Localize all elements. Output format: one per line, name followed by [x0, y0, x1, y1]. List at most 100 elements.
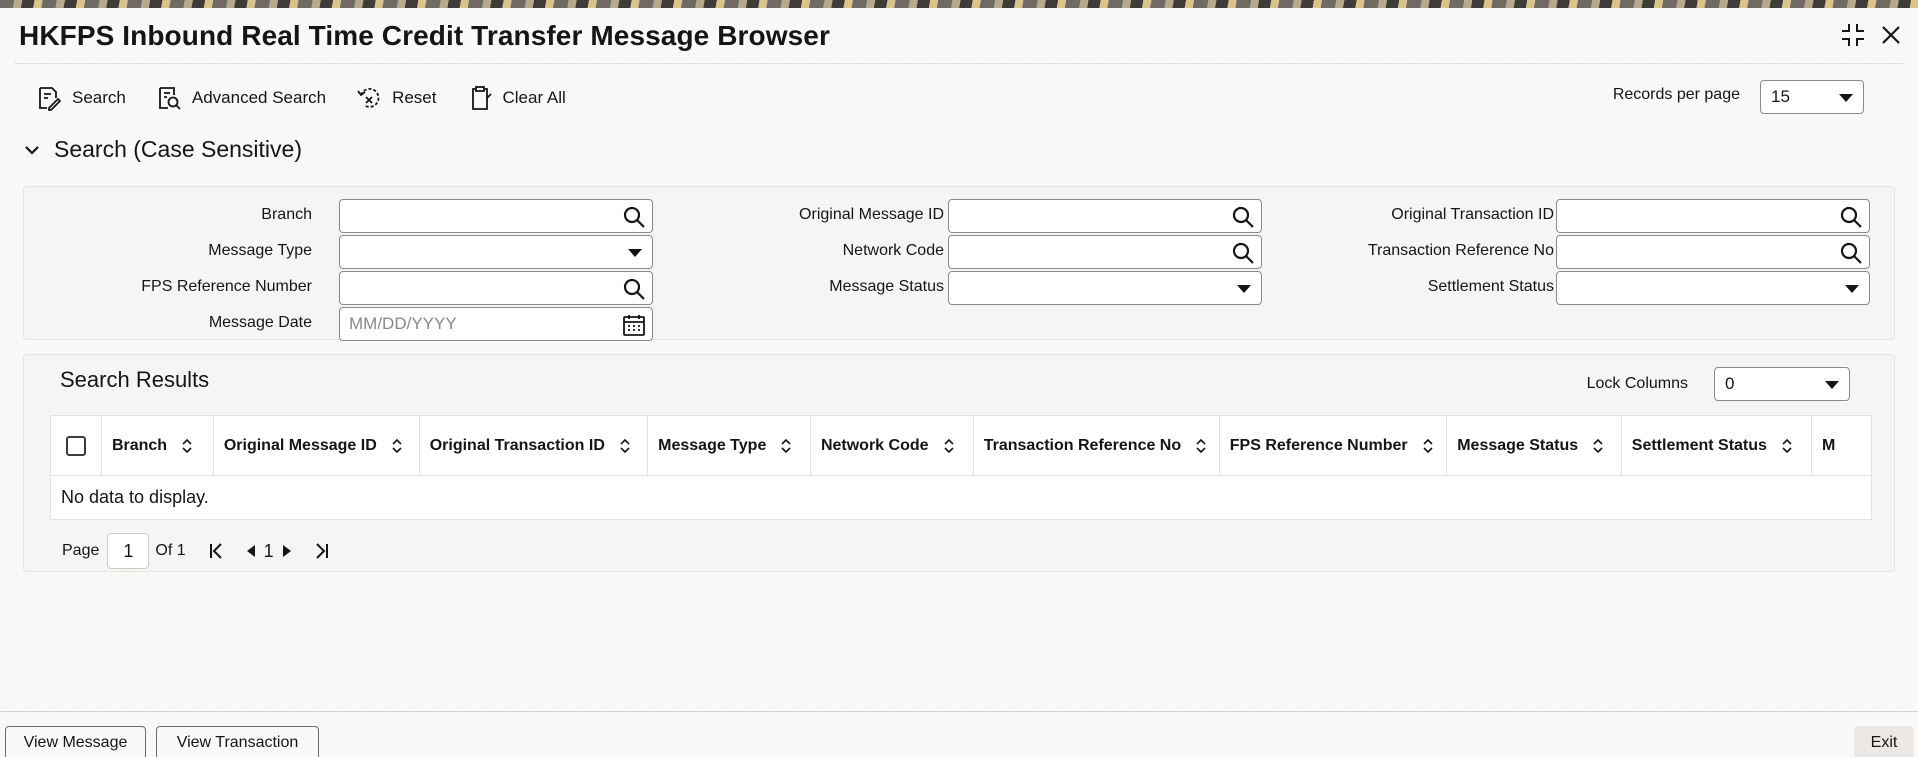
- clear-all-label: Clear All: [502, 88, 566, 107]
- message-date-input[interactable]: MM/DD/YYYY: [339, 307, 653, 341]
- chevron-down-icon: [25, 145, 39, 155]
- sort-icon: [392, 438, 402, 453]
- page-title: HKFPS Inbound Real Time Credit Transfer …: [19, 20, 830, 51]
- branch-label: Branch: [261, 206, 312, 223]
- message-type-label: Message Type: [208, 242, 312, 259]
- lock-columns-value: 0: [1725, 374, 1735, 393]
- previous-page-icon[interactable]: [240, 540, 262, 562]
- reset-label: Reset: [392, 88, 437, 107]
- message-type-select[interactable]: [339, 235, 653, 269]
- empty-state-message: No data to display.: [61, 487, 209, 507]
- message-date-label: Message Date: [208, 314, 312, 331]
- search-criteria-panel: Branch Message Type FPS Reference Number…: [23, 186, 1895, 341]
- column-header-branch[interactable]: Branch: [102, 416, 214, 475]
- page-number-input[interactable]: 1: [107, 533, 150, 569]
- records-per-page-select[interactable]: 15: [1760, 80, 1864, 114]
- reset-button[interactable]: Reset: [356, 76, 452, 120]
- fps-reference-number-label: FPS Reference Number: [141, 278, 312, 295]
- column-header-fps-reference-number[interactable]: FPS Reference Number: [1220, 416, 1448, 475]
- search-icon[interactable]: [1839, 241, 1863, 265]
- table-header: Branch Original Message ID Original Tran…: [51, 416, 1871, 476]
- advanced-search-icon: [158, 87, 181, 110]
- results-table: Branch Original Message ID Original Tran…: [50, 415, 1872, 520]
- network-code-label: Network Code: [842, 242, 944, 259]
- chevron-down-icon: [628, 249, 642, 257]
- sort-icon: [943, 438, 954, 453]
- page-label: Page: [62, 542, 100, 559]
- search-icon[interactable]: [1231, 205, 1255, 229]
- sort-icon: [1423, 438, 1433, 453]
- close-icon[interactable]: [1878, 22, 1904, 48]
- original-message-id-label: Original Message ID: [799, 206, 944, 223]
- collapse-icon[interactable]: [1840, 22, 1866, 48]
- search-section-toggle[interactable]: Search (Case Sensitive): [24, 136, 302, 163]
- sort-icon: [1782, 438, 1792, 453]
- lock-columns-select[interactable]: 0: [1714, 367, 1850, 401]
- records-per-page-label: Records per page: [1612, 86, 1740, 103]
- search-results-title: Search Results: [60, 367, 210, 392]
- column-header-message-status[interactable]: Message Status: [1447, 416, 1622, 475]
- search-results-panel: Search Results Lock Columns 0 Branch Ori…: [23, 354, 1895, 572]
- advanced-search-button[interactable]: Advanced Search: [156, 76, 342, 120]
- search-label: Search: [72, 88, 126, 107]
- network-code-input[interactable]: [948, 235, 1262, 269]
- column-header-original-message-id[interactable]: Original Message ID: [214, 416, 420, 475]
- window-controls: [1840, 22, 1904, 48]
- records-per-page-value: 15: [1771, 87, 1790, 106]
- view-transaction-button[interactable]: View Transaction: [156, 726, 319, 757]
- search-section-title: Search (Case Sensitive): [54, 136, 302, 162]
- sort-icon: [1593, 438, 1603, 453]
- column-header-network-code[interactable]: Network Code: [811, 416, 974, 475]
- browser-window: HKFPS Inbound Real Time Credit Transfer …: [0, 8, 1918, 757]
- original-transaction-id-label: Original Transaction ID: [1391, 206, 1554, 223]
- original-transaction-id-input[interactable]: [1556, 199, 1870, 233]
- branch-input[interactable]: [339, 199, 653, 233]
- column-header-original-transaction-id[interactable]: Original Transaction ID: [420, 416, 649, 475]
- original-message-id-input[interactable]: [948, 199, 1262, 233]
- message-status-select[interactable]: [948, 271, 1262, 305]
- lock-columns: Lock Columns 0: [1587, 367, 1850, 401]
- select-all-checkbox[interactable]: [65, 435, 86, 456]
- search-doc-icon: [39, 87, 62, 111]
- next-page-icon[interactable]: [276, 540, 298, 562]
- lock-columns-label: Lock Columns: [1586, 375, 1688, 392]
- page-of-label: Of 1: [155, 542, 186, 559]
- transaction-reference-no-label: Transaction Reference No: [1367, 242, 1554, 259]
- clear-all-button[interactable]: Clear All: [467, 76, 582, 120]
- clipboard-icon: [471, 86, 492, 110]
- settlement-status-label: Settlement Status: [1427, 278, 1554, 295]
- chevron-down-icon: [1845, 285, 1859, 293]
- sort-icon: [781, 438, 791, 453]
- reset-icon: [357, 88, 380, 108]
- sort-icon: [620, 438, 630, 453]
- transaction-reference-no-input[interactable]: [1556, 235, 1870, 269]
- last-page-icon[interactable]: [310, 540, 332, 562]
- title-divider: [14, 63, 1904, 64]
- fps-reference-number-input[interactable]: [339, 271, 653, 305]
- calendar-icon[interactable]: [622, 313, 646, 337]
- search-icon[interactable]: [1839, 205, 1863, 229]
- column-header-settlement-status[interactable]: Settlement Status: [1622, 416, 1813, 475]
- search-icon[interactable]: [622, 277, 646, 301]
- select-all-cell: [51, 416, 102, 475]
- exit-button[interactable]: Exit: [1854, 726, 1914, 757]
- search-icon[interactable]: [1231, 241, 1255, 265]
- column-header-transaction-reference-no[interactable]: Transaction Reference No: [974, 416, 1220, 475]
- first-page-icon[interactable]: [206, 540, 228, 562]
- column-header-truncated[interactable]: M: [1812, 416, 1871, 475]
- sort-icon: [182, 438, 192, 453]
- sort-icon: [1196, 438, 1206, 453]
- message-date-placeholder: MM/DD/YYYY: [349, 314, 457, 333]
- advanced-search-label: Advanced Search: [191, 88, 327, 107]
- view-message-button[interactable]: View Message: [5, 726, 146, 757]
- footer-bar: View Message View Transaction Exit: [0, 711, 1918, 757]
- chevron-down-icon: [1825, 381, 1839, 389]
- settlement-status-select[interactable]: [1556, 271, 1870, 305]
- chevron-down-icon: [1237, 285, 1251, 293]
- search-button[interactable]: Search: [36, 76, 142, 120]
- column-header-message-type[interactable]: Message Type: [648, 416, 811, 475]
- message-status-label: Message Status: [829, 278, 944, 295]
- current-page-number: 1: [263, 540, 274, 561]
- search-icon[interactable]: [622, 205, 646, 229]
- chevron-down-icon: [1839, 94, 1853, 102]
